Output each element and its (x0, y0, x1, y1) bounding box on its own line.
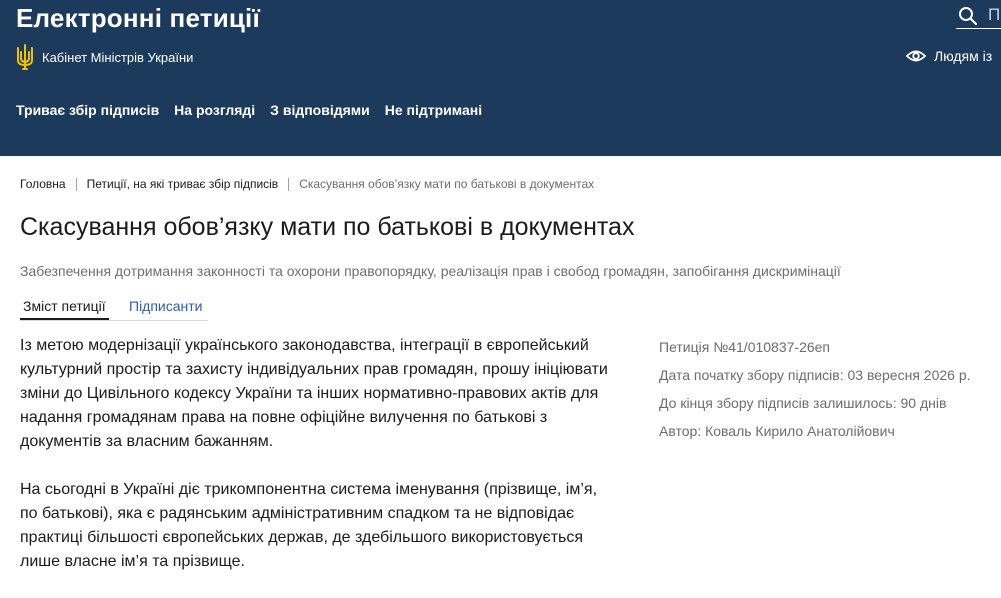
accessibility-label: Людям із (934, 48, 993, 64)
accessibility-link[interactable]: Людям із (906, 48, 992, 64)
tab-signatories[interactable]: Підписанти (129, 298, 203, 314)
petition-tabs: Зміст петиції Підписанти (20, 298, 208, 321)
breadcrumb-separator (75, 177, 77, 191)
petition-start-date: Дата початку збору підписів: 03 вересня … (659, 367, 971, 383)
tab-petition-content[interactable]: Зміст петиції (20, 298, 109, 320)
petition-paragraph: Із метою модернізації українського закон… (20, 337, 608, 450)
nav-item-not-supported[interactable]: Не підтримані (385, 102, 482, 118)
search-box[interactable]: По (956, 4, 1001, 29)
petition-author: Автор: Коваль Кирило Анатолійович (659, 423, 895, 439)
nav-item-collecting[interactable]: Триває збір підписів (16, 102, 159, 118)
org-name: Кабінет Міністрів України (42, 49, 194, 65)
breadcrumb-separator (288, 177, 290, 191)
petition-category: Забезпечення дотримання законності та ох… (20, 263, 841, 279)
nav-item-under-review[interactable]: На розгляді (174, 102, 255, 118)
nav-item-answered[interactable]: З відповідями (270, 102, 370, 118)
trident-emblem-icon (17, 44, 33, 70)
petition-days-left: До кінця збору підписів залишилось: 90 д… (659, 395, 947, 411)
site-title[interactable]: Електронні петиції (16, 3, 260, 34)
petition-text: Із метою модернізації українського закон… (20, 334, 615, 598)
petition-number: Петиція №41/010837-26еп (659, 339, 831, 355)
breadcrumb: Головна Петиції, на які триває збір підп… (20, 177, 594, 191)
site-header: Електронні петиції Кабінет Міністрів Укр… (0, 0, 1001, 156)
page-title: Скасування обов’язку мати по батькові в … (20, 213, 635, 241)
petition-meta: Петиція №41/010837-26еп Дата початку збо… (659, 333, 971, 445)
breadcrumb-current: Скасування обов’язку мати по батькові в … (299, 177, 595, 191)
breadcrumb-collecting[interactable]: Петиції, на які триває збір підписів (87, 177, 279, 191)
search-input[interactable]: По (988, 5, 1001, 25)
petition-paragraph: На сьогодні в Україні діє трикомпонентна… (20, 481, 598, 570)
org-block[interactable]: Кабінет Міністрів України (16, 44, 193, 70)
search-icon (959, 7, 978, 26)
eye-icon (906, 50, 926, 62)
main-nav: Триває збір підписів На розгляді З відпо… (16, 102, 482, 118)
breadcrumb-home[interactable]: Головна (20, 177, 66, 191)
